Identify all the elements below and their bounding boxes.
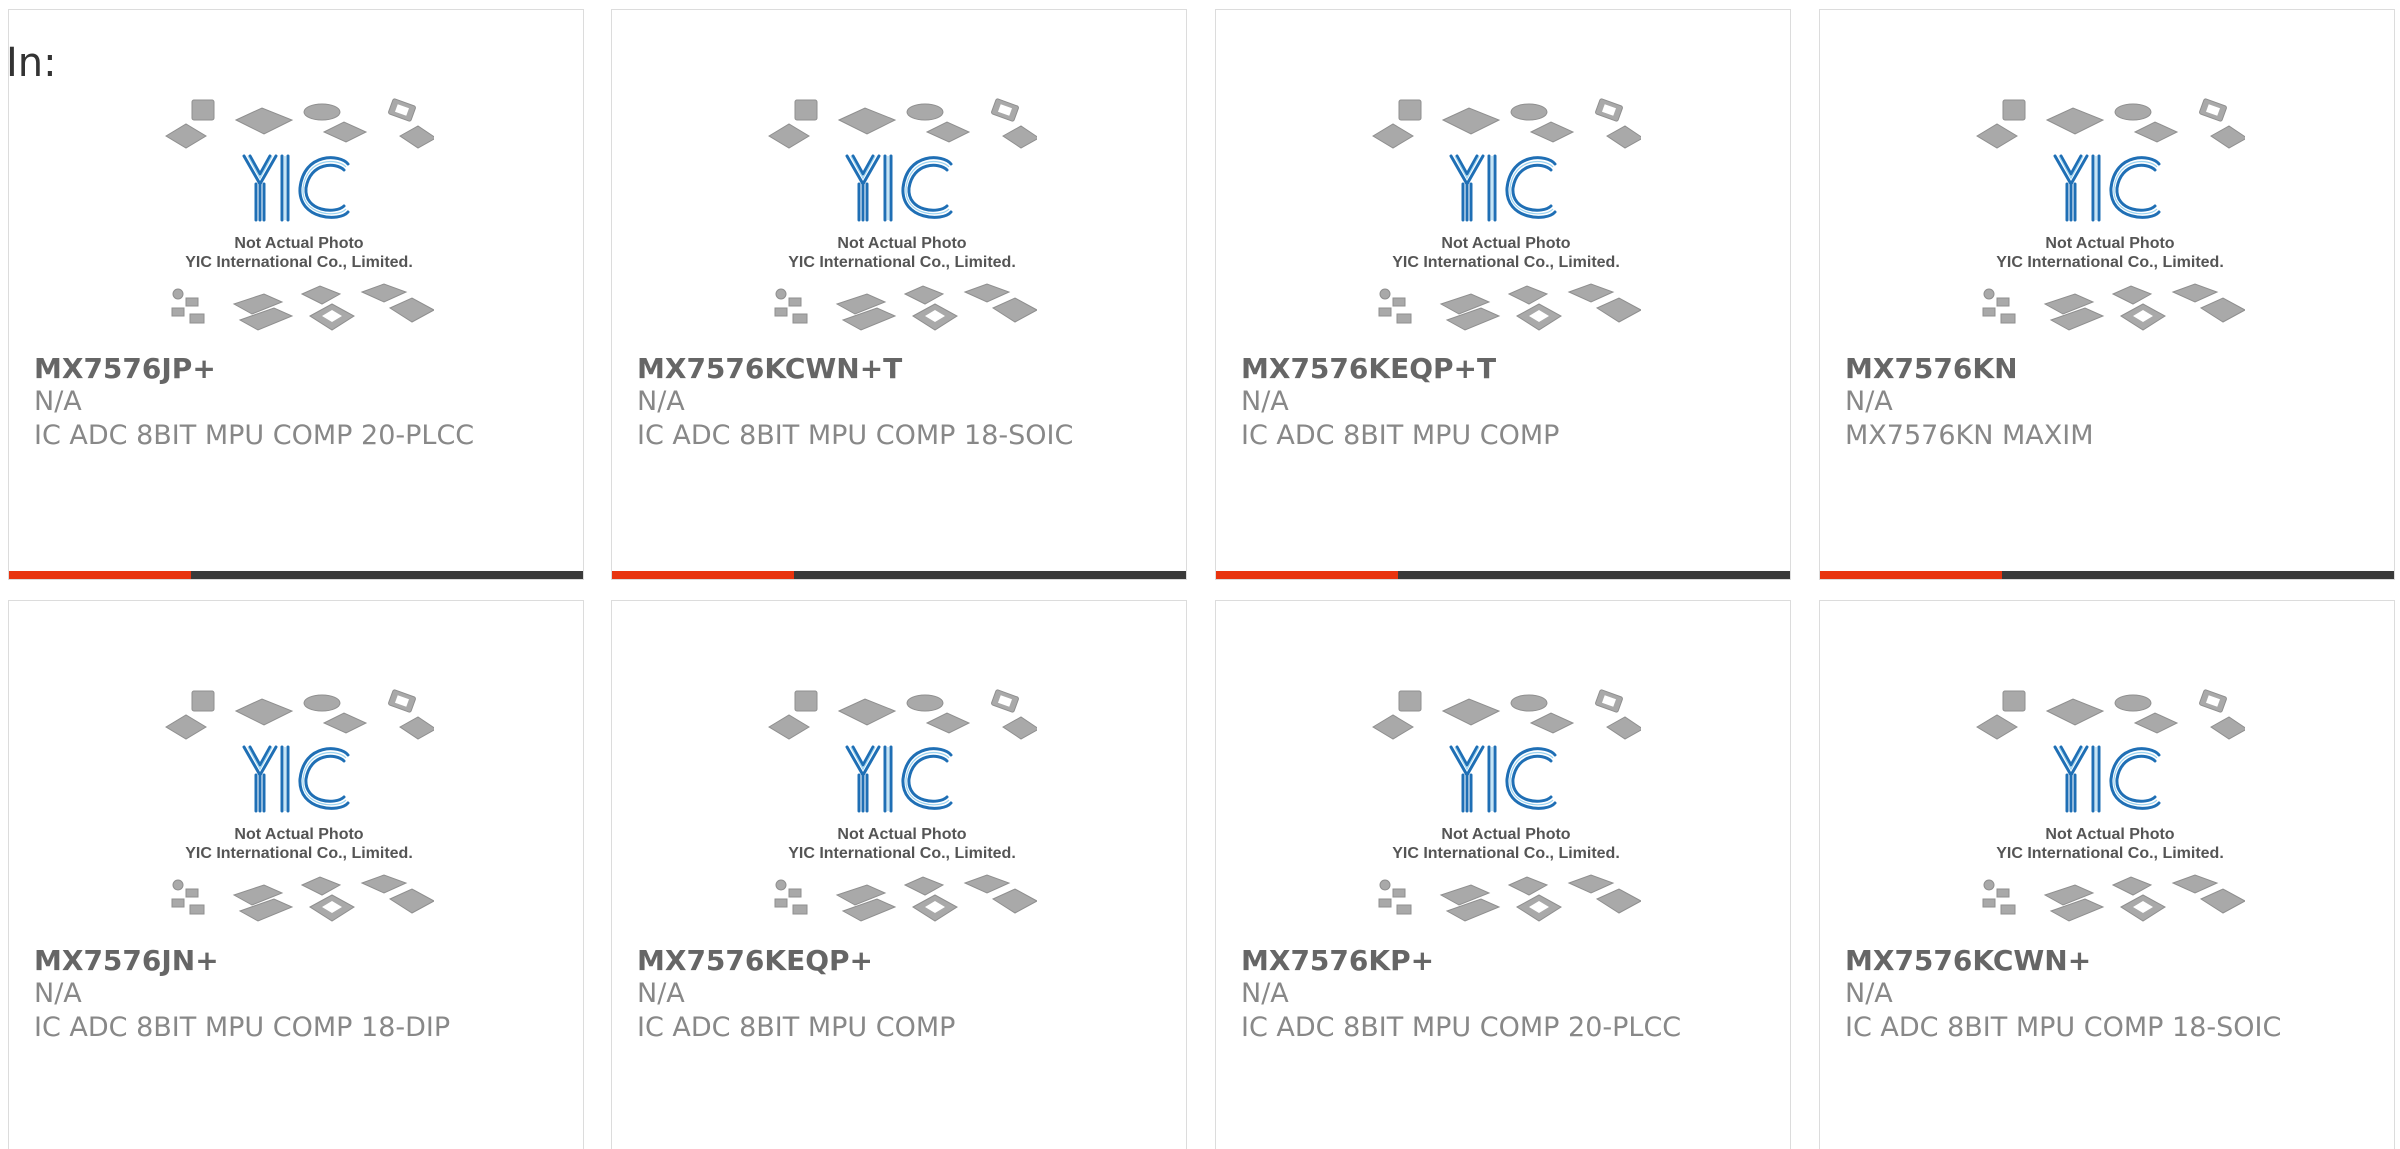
manufacturer: N/A: [1241, 978, 1289, 1009]
description: IC ADC 8BIT MPU COMP 18-SOIC: [637, 420, 1074, 451]
product-photo-placeholder: [1371, 98, 1641, 356]
description: MX7576KN MAXIM: [1845, 420, 2094, 451]
product-photo-placeholder: [164, 98, 434, 356]
part-number-link[interactable]: MX7576KP+: [1241, 944, 1434, 977]
product-card[interactable]: MX7576KCWN+ N/A IC ADC 8BIT MPU COMP 18-…: [1819, 600, 2395, 1149]
product-card[interactable]: MX7576KCWN+T N/A IC ADC 8BIT MPU COMP 18…: [611, 9, 1187, 580]
description: IC ADC 8BIT MPU COMP 20-PLCC: [1241, 1012, 1682, 1043]
card-bottom-bar: [1216, 571, 1790, 579]
description: IC ADC 8BIT MPU COMP 18-SOIC: [1845, 1012, 2282, 1043]
product-card[interactable]: MX7576KN N/A MX7576KN MAXIM: [1819, 9, 2395, 580]
manufacturer: N/A: [1845, 978, 1893, 1009]
manufacturer: N/A: [1241, 386, 1289, 417]
card-accent-bar: [9, 571, 191, 579]
description: IC ADC 8BIT MPU COMP: [1241, 420, 1560, 451]
manufacturer: N/A: [637, 978, 685, 1009]
card-bottom-bar: [612, 571, 1186, 579]
manufacturer: N/A: [637, 386, 685, 417]
product-photo-placeholder: [1371, 689, 1641, 947]
product-photo-placeholder: [164, 689, 434, 947]
product-card[interactable]: MX7576KP+ N/A IC ADC 8BIT MPU COMP 20-PL…: [1215, 600, 1791, 1149]
in-label: In:: [6, 40, 57, 86]
part-number-link[interactable]: MX7576KCWN+T: [637, 352, 902, 385]
part-number-link[interactable]: MX7576KEQP+: [637, 944, 873, 977]
part-number-link[interactable]: MX7576JP+: [34, 352, 216, 385]
card-accent-bar: [1216, 571, 1398, 579]
part-number-link[interactable]: MX7576JN+: [34, 944, 219, 977]
description: IC ADC 8BIT MPU COMP 20-PLCC: [34, 420, 475, 451]
product-photo-placeholder: [1975, 98, 2245, 356]
product-card[interactable]: MX7576JP+ N/A IC ADC 8BIT MPU COMP 20-PL…: [8, 9, 584, 580]
part-number-link[interactable]: MX7576KCWN+: [1845, 944, 2091, 977]
card-bottom-bar: [9, 571, 583, 579]
card-accent-bar: [1820, 571, 2002, 579]
card-bottom-bar: [1820, 571, 2394, 579]
manufacturer: N/A: [1845, 386, 1893, 417]
card-accent-bar: [612, 571, 794, 579]
product-grid-page: In: MX7576JP+ N/A IC ADC 8BIT MPU COMP 2…: [0, 0, 2400, 1149]
product-photo-placeholder: [1975, 689, 2245, 947]
description: IC ADC 8BIT MPU COMP: [637, 1012, 956, 1043]
part-number-link[interactable]: MX7576KEQP+T: [1241, 352, 1496, 385]
manufacturer: N/A: [34, 386, 82, 417]
product-card[interactable]: MX7576KEQP+ N/A IC ADC 8BIT MPU COMP: [611, 600, 1187, 1149]
description: IC ADC 8BIT MPU COMP 18-DIP: [34, 1012, 451, 1043]
product-card[interactable]: MX7576KEQP+T N/A IC ADC 8BIT MPU COMP: [1215, 9, 1791, 580]
product-photo-placeholder: [767, 98, 1037, 356]
product-photo-placeholder: [767, 689, 1037, 947]
part-number-link[interactable]: MX7576KN: [1845, 352, 2018, 385]
product-card[interactable]: MX7576JN+ N/A IC ADC 8BIT MPU COMP 18-DI…: [8, 600, 584, 1149]
manufacturer: N/A: [34, 978, 82, 1009]
